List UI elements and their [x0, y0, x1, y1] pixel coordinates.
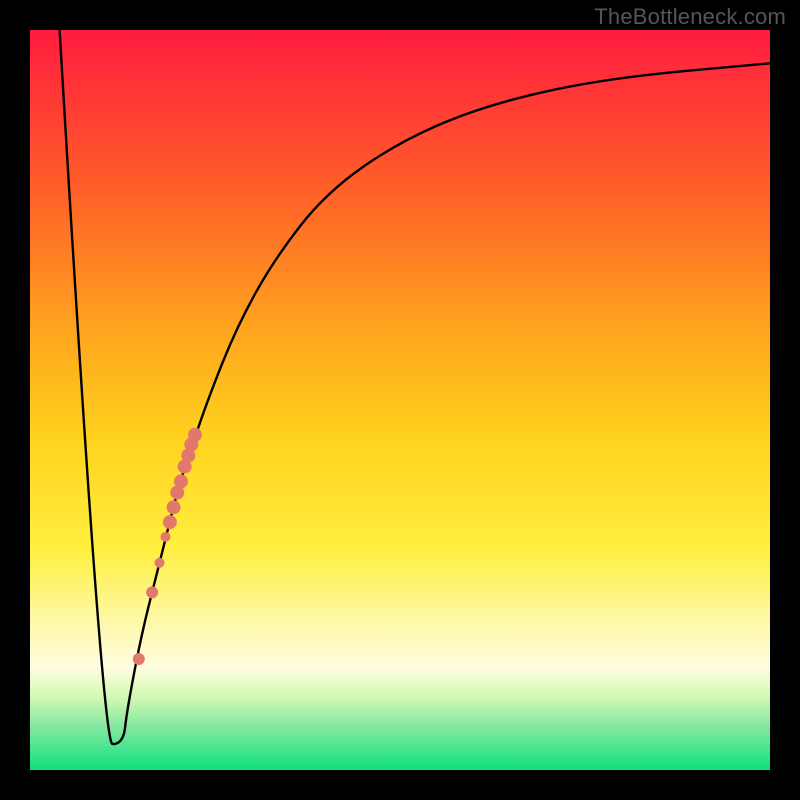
data-point [133, 653, 145, 665]
data-point [167, 500, 181, 514]
data-point [163, 515, 177, 529]
data-point [174, 474, 188, 488]
data-point [155, 558, 165, 568]
data-point [188, 428, 202, 442]
data-point [146, 586, 158, 598]
data-point [160, 532, 170, 542]
chart-root: TheBottleneck.com [0, 0, 800, 800]
bottleneck-chart [0, 0, 800, 800]
